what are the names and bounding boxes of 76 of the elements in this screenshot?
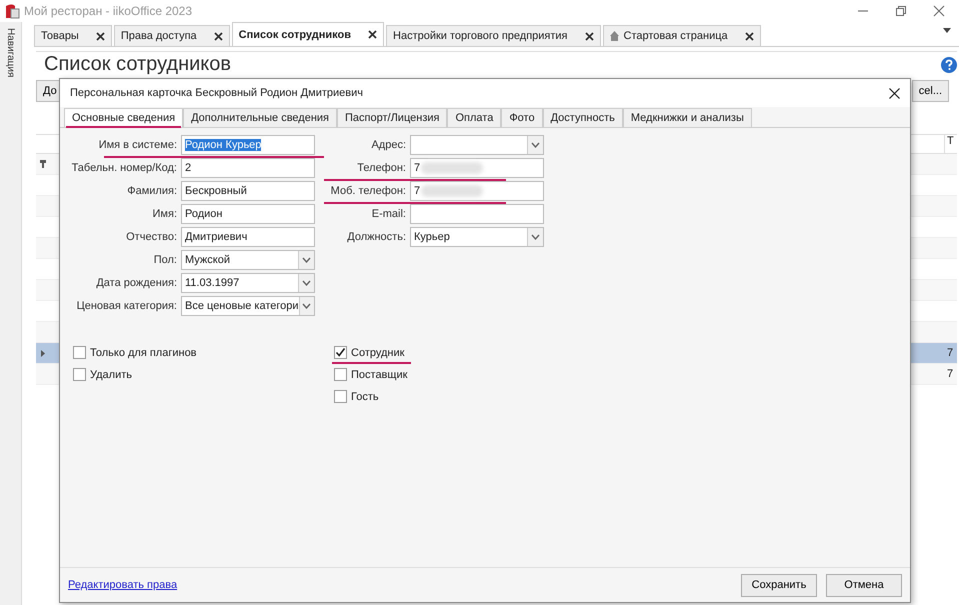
document-tab[interactable]: Права доступа	[114, 25, 230, 46]
field-label: Должность:	[346, 231, 406, 243]
restore-icon[interactable]	[895, 5, 907, 17]
window-title: Мой ресторан - iikoOffice 2023	[24, 4, 192, 18]
dropdown-field[interactable]	[410, 135, 544, 155]
dialog-tab[interactable]: Паспорт/Лицензия	[337, 108, 448, 127]
field-label: Табельн. номер/Код:	[70, 162, 177, 174]
help-icon[interactable]	[941, 56, 957, 72]
dialog-tab[interactable]: Доступность	[542, 108, 623, 127]
dropdown-caret-icon[interactable]	[943, 28, 951, 33]
chevron-down-icon	[531, 142, 540, 148]
dropdown-field[interactable]: 11.03.1997	[181, 273, 315, 293]
field-label: Адрес:	[370, 139, 406, 151]
field-label: Ценовая категория:	[76, 300, 177, 312]
page-title: Список сотрудников	[44, 53, 232, 76]
close-icon[interactable]	[96, 32, 105, 40]
input-field[interactable]	[410, 204, 544, 224]
dialog-title: Персональная карточка Бескровный Родион Дмитриевич	[70, 87, 363, 99]
dialog-tab[interactable]: Основные сведения	[64, 108, 184, 127]
close-icon[interactable]	[889, 88, 900, 98]
document-tab[interactable]: Стартовая страница	[602, 25, 761, 46]
field-label: Моб. телефон:	[330, 185, 406, 197]
edit-permissions-link[interactable]: Редактировать права	[68, 579, 178, 591]
dropdown-field[interactable]: Все ценовые категори	[181, 296, 315, 316]
field-label: Имя:	[152, 208, 177, 220]
checkbox[interactable]	[334, 368, 347, 381]
column-header[interactable]: Т	[944, 135, 957, 153]
checkbox[interactable]	[73, 346, 86, 359]
row-pointer-icon	[41, 350, 45, 356]
sidebar-label: Навигация	[5, 28, 16, 78]
close-icon[interactable]	[744, 32, 754, 40]
checkbox-label: Сотрудник	[351, 346, 404, 358]
field-label: Фамилия:	[126, 185, 177, 197]
input-field[interactable]: 7	[410, 158, 544, 178]
export-excel-button[interactable]: cel...	[912, 80, 949, 102]
field-label: Пол:	[152, 254, 177, 266]
navigation-sidebar[interactable]: Навигация	[0, 22, 22, 605]
close-icon[interactable]	[584, 32, 594, 40]
close-icon[interactable]	[214, 32, 223, 40]
input-field[interactable]: 7	[410, 181, 544, 201]
dropdown-field[interactable]: Мужской	[181, 250, 315, 270]
field-label: Отчество:	[125, 231, 177, 243]
app-logo-icon	[4, 3, 20, 19]
dialog-button[interactable]: Сохранить	[741, 574, 817, 596]
chevron-down-icon	[302, 257, 311, 263]
dialog-tab[interactable]: Дополнительные сведения	[183, 108, 338, 127]
field-label: E-mail:	[370, 208, 406, 220]
input-field[interactable]: Родион	[181, 204, 315, 224]
document-tab[interactable]: Товары	[34, 25, 112, 46]
checkbox-label: Только для плагинов	[90, 346, 197, 358]
field-label: Дата рождения:	[95, 277, 177, 289]
document-tab[interactable]: Настройки торгового предприятия	[386, 25, 601, 46]
dropdown-field[interactable]: Курьер	[410, 227, 544, 247]
input-field[interactable]: 2	[181, 158, 315, 178]
input-field[interactable]: Дмитриевич	[181, 227, 315, 247]
table-cell: 7	[947, 347, 954, 359]
checkbox[interactable]	[73, 368, 86, 381]
field-label: Имя в системе:	[98, 139, 177, 151]
checkbox-label: Поставщик	[351, 368, 408, 380]
checkbox[interactable]	[334, 390, 347, 403]
dialog-button[interactable]: Отмена	[826, 574, 902, 596]
field-label: Телефон:	[356, 162, 406, 174]
dialog-tab[interactable]: Медкнижки и анализы	[622, 108, 752, 127]
checkbox-label: Удалить	[90, 368, 132, 380]
checkbox[interactable]	[334, 346, 347, 359]
dialog-tab[interactable]: Оплата	[447, 108, 502, 127]
input-field[interactable]: Бескровный	[181, 181, 315, 201]
table-cell: 7	[947, 368, 954, 380]
checkbox-label: Гость	[351, 390, 379, 402]
document-tab[interactable]: Список сотрудников	[232, 22, 384, 46]
close-icon[interactable]	[368, 30, 378, 39]
chevron-down-icon	[302, 280, 311, 286]
chevron-down-icon	[531, 234, 540, 240]
input-field[interactable]: Родион Курьер	[181, 135, 315, 155]
dialog-tab[interactable]: Фото	[501, 108, 543, 127]
chevron-down-icon	[302, 303, 312, 309]
